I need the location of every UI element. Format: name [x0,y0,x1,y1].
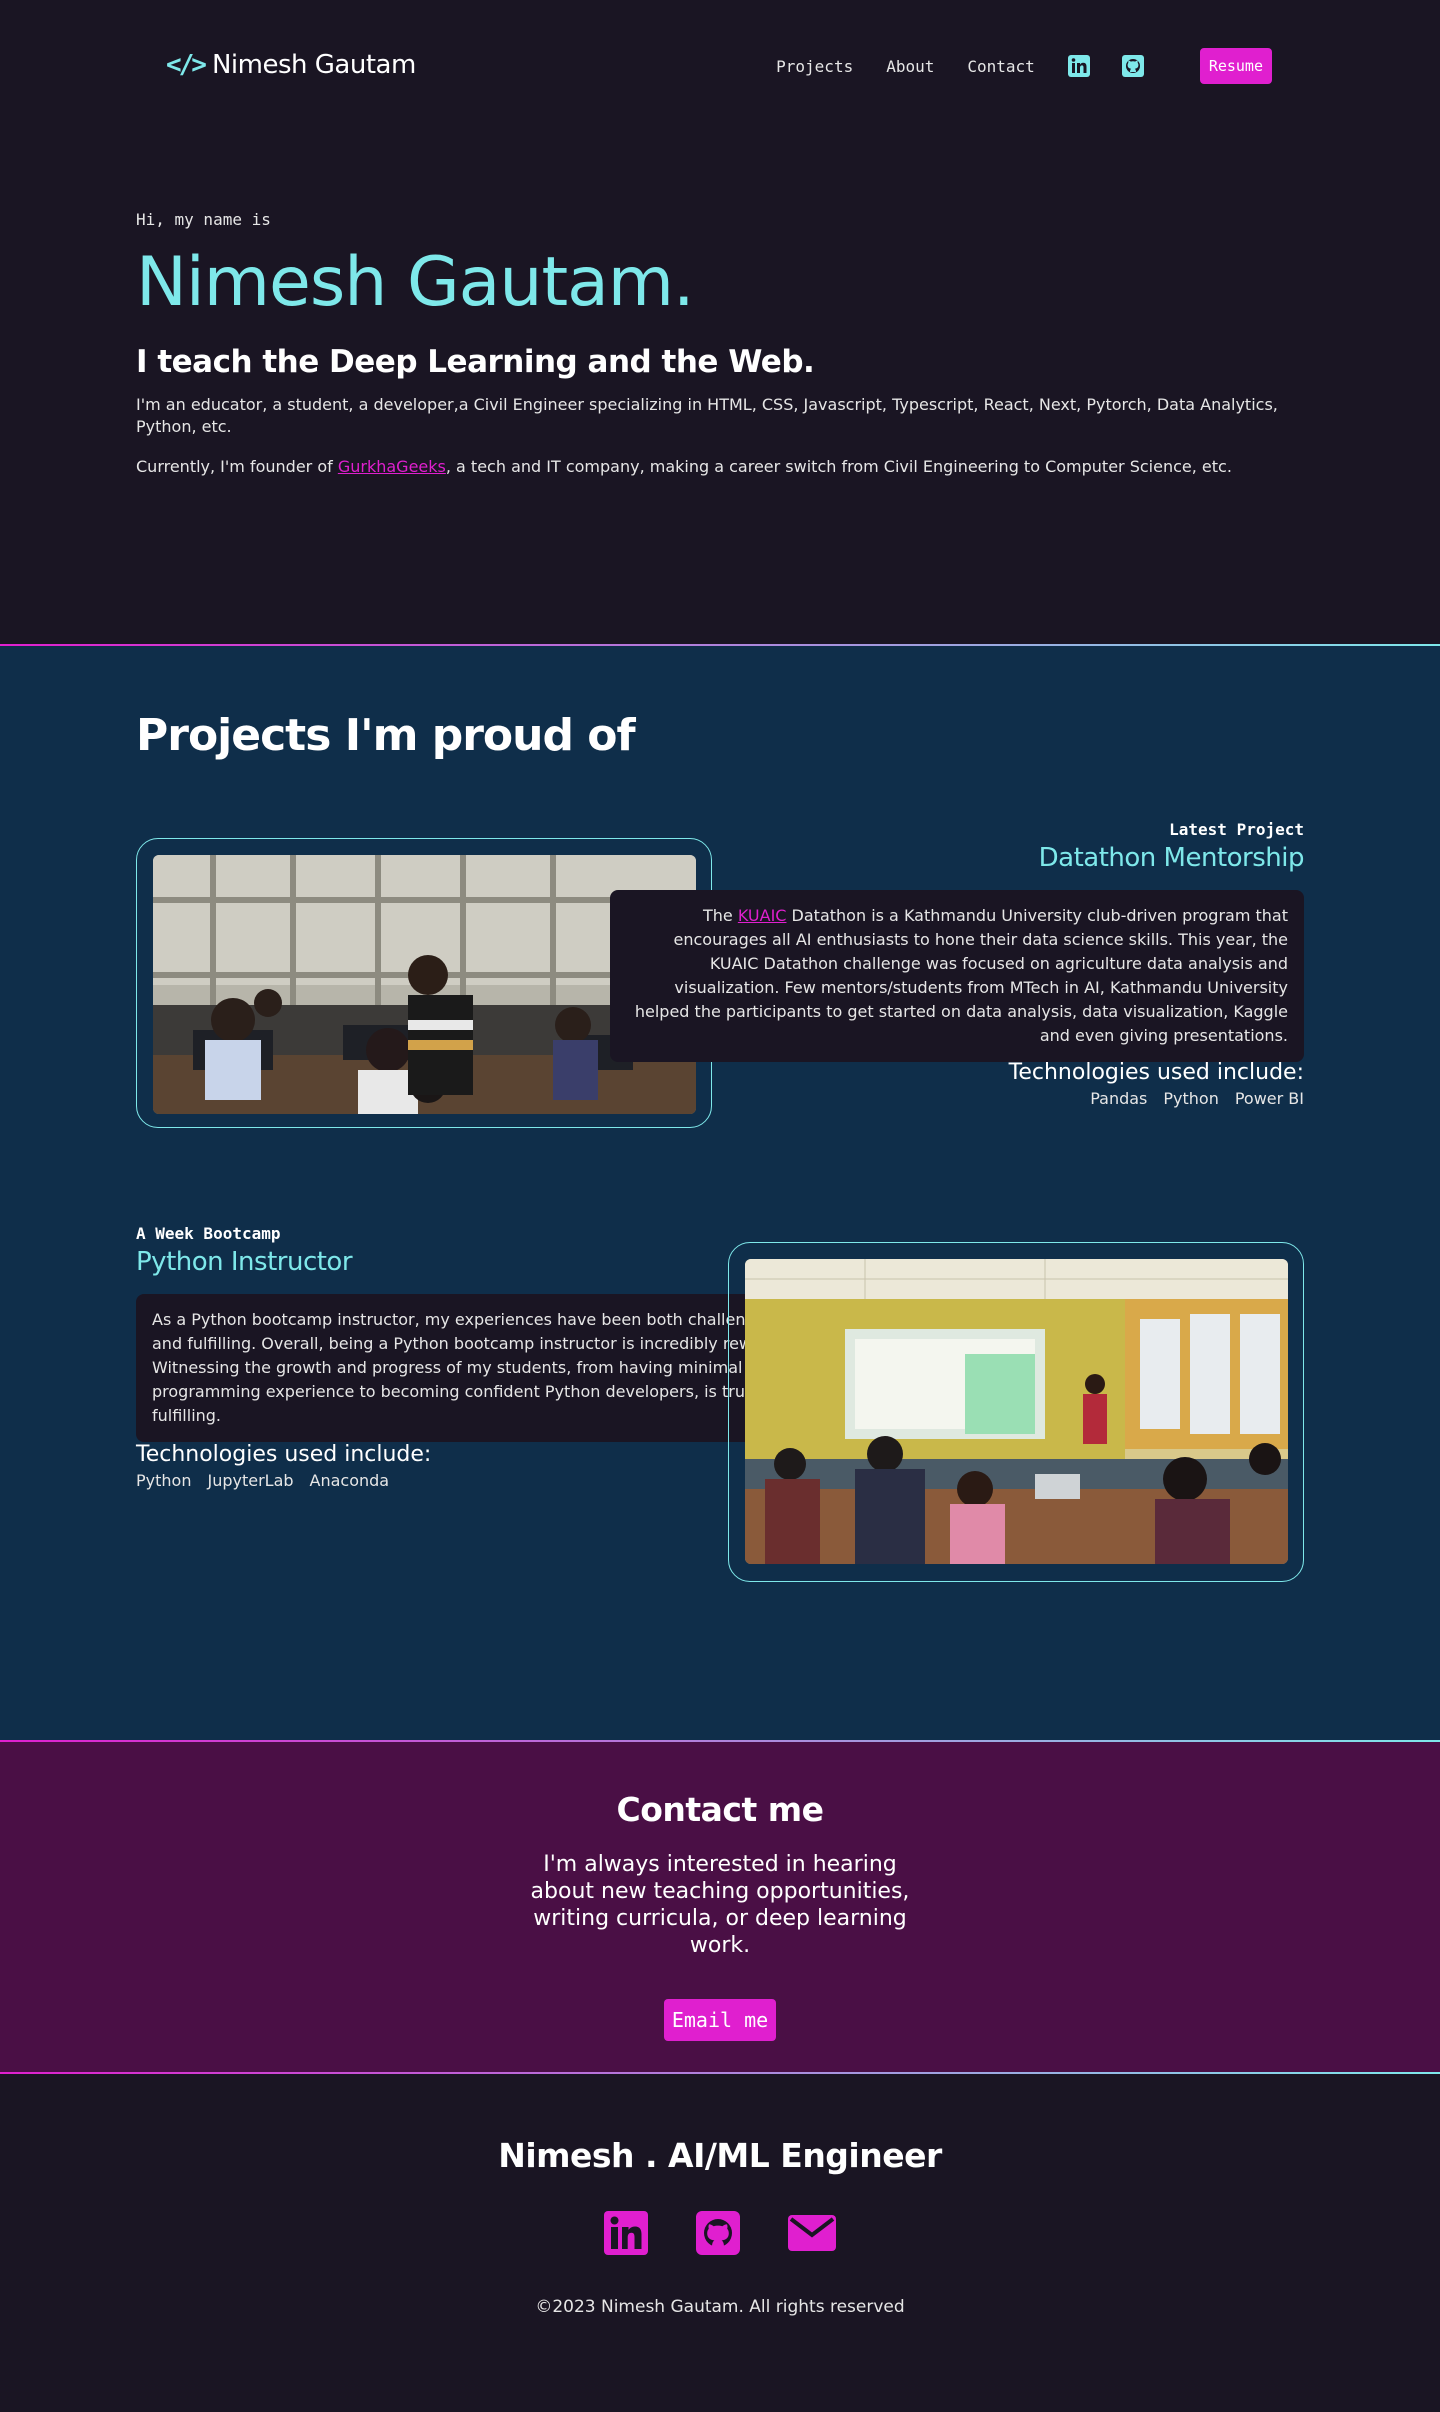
nav-links: Projects About Contact Resume [776,48,1272,84]
github-icon[interactable] [696,2211,740,2255]
project-1-tech: Technologies used include: Pandas Python P… [804,1060,1304,1108]
nav-link-about[interactable]: About [886,57,934,76]
desc-body: As a Python bootcamp instructor, my expe… [152,1310,809,1425]
email-me-button[interactable]: Email me [663,1999,777,2041]
contact-text: I'm always interested in hearing about n… [530,1852,910,1958]
contact-section: Contact me I'm always interested in hear… [0,1740,1440,2074]
desc-body: Datathon is a Kathmandu University club-… [634,906,1288,1045]
top-nav: </> Nimesh Gautam Projects About Contact… [0,0,1440,130]
logo-text: Nimesh Gautam [211,50,416,80]
tech-item: Anaconda [309,1471,390,1490]
hero-name: Nimesh Gautam. [136,243,695,322]
projects-title: Projects I'm proud of [136,710,636,761]
project-kicker: Latest Project [1169,820,1304,839]
project-kicker: A Week Bootcamp [136,1224,281,1243]
project-2-description: As a Python bootcamp instructor, my expe… [136,1294,830,1442]
logo[interactable]: </> Nimesh Gautam [166,50,416,80]
hero-section: Hi, my name is Nimesh Gautam. I teach th… [136,210,1306,478]
footer-title: Nimesh . AI/ML Engineer [498,2136,942,2175]
tech-heading: Technologies used include: [1008,1060,1304,1085]
tech-item: Power BI [1234,1089,1304,1108]
hero-tagline: I teach the Deep Learning and the Web. [136,344,815,380]
contact-title: Contact me [616,1790,824,1829]
tech-item: Python [136,1471,192,1490]
project-title[interactable]: Python Instructor [136,1247,756,1277]
resume-button[interactable]: Resume [1199,48,1272,84]
tech-item: Python [1163,1089,1219,1108]
footer-icons [0,2211,1440,2255]
code-icon: </> [166,50,207,80]
footer: Nimesh . AI/ML Engineer ©2023 Nimesh Gau… [0,2074,1440,2412]
kuaic-link[interactable]: KUAIC [738,906,787,925]
project-1-description: The KUAIC Datathon is a Kathmandu Univer… [610,890,1304,1062]
project-2-info: A Week Bootcamp Python Instructor [136,1224,756,1277]
bootcamp-photo[interactable] [745,1259,1288,1564]
projects-section: Projects I'm proud of Latest Project Dat… [0,644,1440,1740]
project-image-frame [728,1242,1304,1582]
project-title[interactable]: Datathon Mentorship [604,843,1305,873]
hero-founder: Currently, I'm founder of GurkhaGeeks, a… [136,456,1306,478]
github-icon[interactable] [1121,55,1144,77]
project-1-info: Latest Project Datathon Mentorship [604,820,1305,873]
hero-intro: I'm an educator, a student, a developer,… [136,395,1278,436]
founder-prefix: Currently, I'm founder of [136,457,338,476]
gurkhageeks-link[interactable]: GurkhaGeeks [338,457,446,476]
tech-item: JupyterLab [207,1471,294,1490]
founder-suffix: , a tech and IT company, making a career… [445,457,1232,476]
desc-prefix: The [703,906,738,925]
linkedin-icon[interactable] [1067,55,1090,77]
tech-heading: Technologies used include: [136,1442,432,1467]
tech-list: Python JupyterLab Anaconda [136,1471,636,1490]
project-2-tech: Technologies used include: Python Jupyter… [136,1442,636,1490]
copyright: ©2023 Nimesh Gautam. All rights reserved [535,2297,905,2317]
mail-icon[interactable] [788,2211,836,2255]
tech-list: Pandas Python Power BI [804,1089,1304,1108]
linkedin-icon[interactable] [604,2211,648,2255]
nav-link-contact[interactable]: Contact [967,57,1034,76]
nav-link-projects[interactable]: Projects [776,57,853,76]
hero-greeting: Hi, my name is [136,210,271,229]
tech-item: Pandas [1090,1089,1148,1108]
